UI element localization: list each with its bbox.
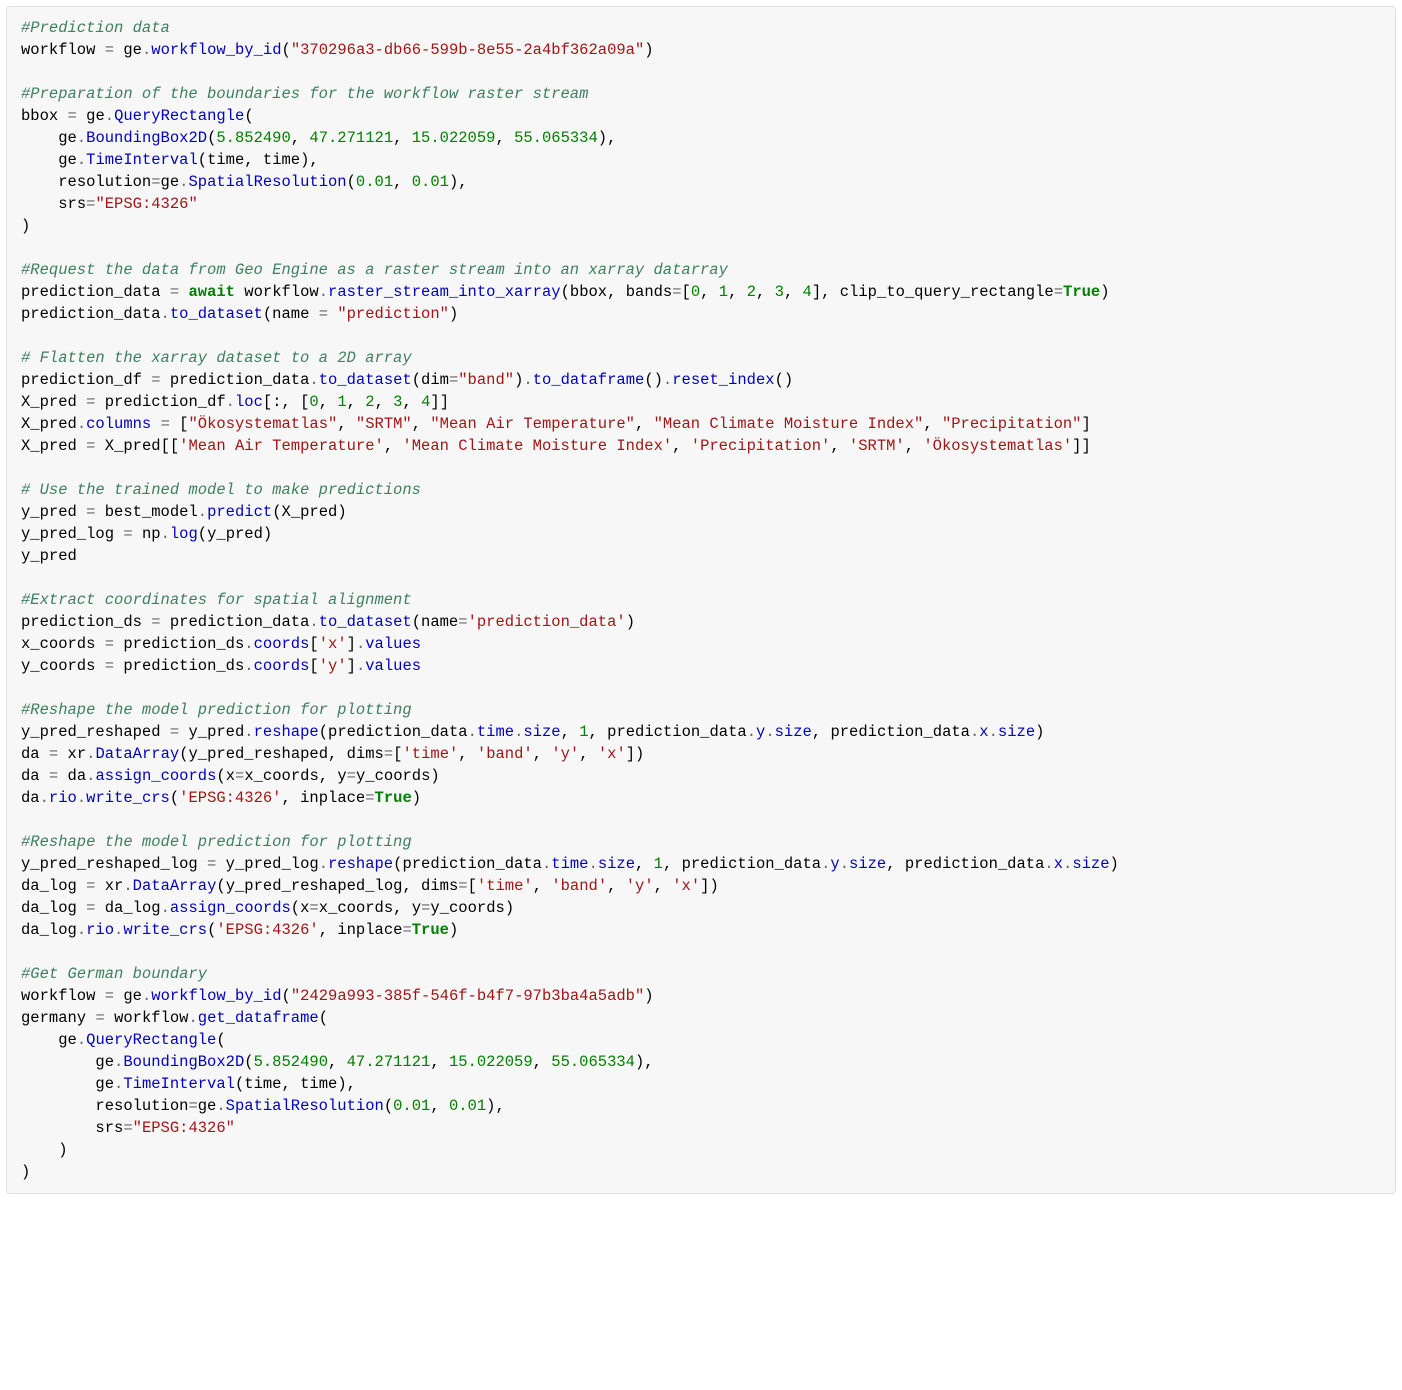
comment: # Use the trained model to make predicti… <box>21 481 421 499</box>
comment: #Preparation of the boundaries for the w… <box>21 85 588 103</box>
comment: #Prediction data <box>21 19 170 37</box>
comment: #Reshape the model prediction for plotti… <box>21 701 412 719</box>
comment: #Extract coordinates for spatial alignme… <box>21 591 412 609</box>
comment: #Request the data from Geo Engine as a r… <box>21 261 728 279</box>
comment: #Reshape the model prediction for plotti… <box>21 833 412 851</box>
code-block: #Prediction data workflow = ge.workflow_… <box>6 6 1396 1194</box>
comment: # Flatten the xarray dataset to a 2D arr… <box>21 349 412 367</box>
comment: #Get German boundary <box>21 965 207 983</box>
